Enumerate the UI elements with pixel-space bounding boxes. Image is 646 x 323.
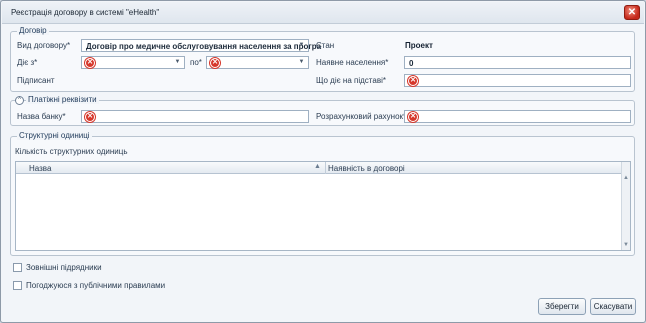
payment-group-title: Платіжні реквізити xyxy=(26,95,99,104)
signer-label: Підписант xyxy=(17,76,55,85)
subcontractors-label: Зовнішні підрядники xyxy=(26,263,102,272)
contract-type-select[interactable]: Договір про медичне обслуговування насел… xyxy=(81,39,321,52)
close-icon[interactable]: ✕ xyxy=(624,5,640,20)
account-label: Розрахунковий рахунок* xyxy=(316,112,407,121)
valid-from-label: Діє з* xyxy=(17,58,38,67)
error-icon: ✕ xyxy=(408,76,418,86)
contract-type-label: Вид договору* xyxy=(17,41,71,50)
chevron-down-icon[interactable]: ▼ xyxy=(297,41,306,50)
error-icon: ✕ xyxy=(210,58,220,68)
basis-label: Що діє на підставі* xyxy=(316,76,386,85)
public-rules-checkbox[interactable] xyxy=(13,281,22,290)
basis-input[interactable]: ✕ xyxy=(404,74,631,87)
save-button[interactable]: Зберегти xyxy=(538,298,586,315)
title-bar: Реєстрація договору в системі "eHealth" … xyxy=(2,2,644,24)
collapse-icon[interactable]: ^ xyxy=(15,96,24,105)
population-label: Наявне населення* xyxy=(316,58,389,67)
public-rules-label: Погоджуюся з публічними правилами xyxy=(26,281,166,290)
account-input[interactable]: ✕ xyxy=(404,110,631,123)
column-separator[interactable] xyxy=(325,162,326,174)
error-icon: ✕ xyxy=(85,58,95,68)
contract-type-value: Договір про медичне обслуговування насел… xyxy=(86,42,322,51)
chevron-down-icon[interactable]: ▼ xyxy=(173,58,182,67)
error-icon: ✕ xyxy=(408,112,418,122)
units-table[interactable]: Назва ▲ Наявність в договорі ▲ ▼ xyxy=(15,161,631,251)
dialog-window: Реєстрація договору в системі "eHealth" … xyxy=(0,0,646,323)
chevron-down-icon[interactable]: ▼ xyxy=(297,58,306,67)
units-count-label: Кількість структурних одиниць xyxy=(15,147,128,156)
valid-from-select[interactable]: ✕ ▼ xyxy=(81,56,185,69)
sort-asc-icon[interactable]: ▲ xyxy=(314,163,321,170)
subcontractors-checkbox[interactable] xyxy=(13,263,22,272)
vertical-scrollbar[interactable]: ▲ ▼ xyxy=(621,162,630,250)
state-label: Стан xyxy=(316,41,335,50)
error-icon: ✕ xyxy=(85,112,95,122)
bank-label: Назва банку* xyxy=(17,112,66,121)
population-value: 0 xyxy=(409,59,414,68)
column-header-name[interactable]: Назва xyxy=(29,164,51,173)
units-group-title: Структурні одиниці xyxy=(17,131,92,140)
valid-to-select[interactable]: ✕ ▼ xyxy=(206,56,309,69)
population-input[interactable]: 0 xyxy=(404,56,631,69)
cancel-button[interactable]: Скасувати xyxy=(590,298,636,315)
window-title: Реєстрація договору в системі "eHealth" xyxy=(11,8,160,17)
units-table-header: Назва ▲ Наявність в договорі xyxy=(16,162,621,174)
scroll-up-icon[interactable]: ▲ xyxy=(622,174,630,183)
state-value: Проект xyxy=(405,41,433,50)
column-header-presence[interactable]: Наявність в договорі xyxy=(328,164,405,173)
bank-input[interactable]: ✕ xyxy=(81,110,309,123)
contract-group-title: Договір xyxy=(17,26,49,35)
scroll-down-icon[interactable]: ▼ xyxy=(622,241,630,250)
valid-to-label: по* xyxy=(190,58,202,67)
